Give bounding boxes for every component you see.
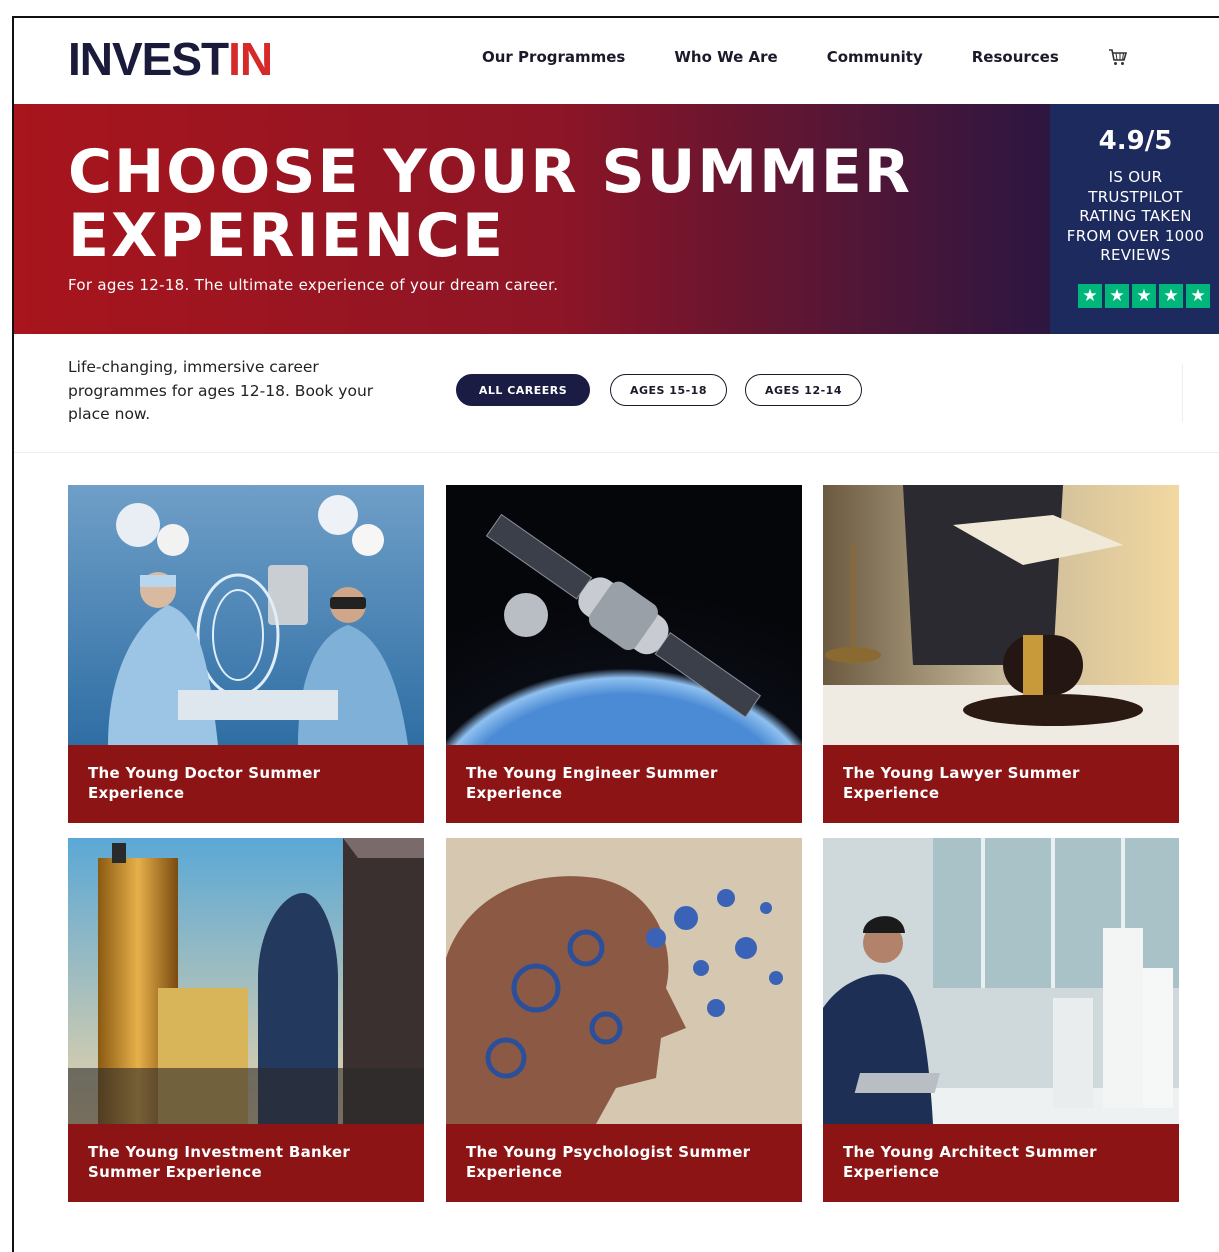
hero-subtitle: For ages 12-18. The ultimate experience … — [68, 276, 559, 294]
nav-who-we-are[interactable]: Who We Are — [674, 48, 777, 66]
logo-part-invest: INVEST — [68, 33, 229, 85]
card-image-engineer — [446, 485, 802, 745]
investin-logo[interactable]: INVESTIN — [68, 33, 273, 85]
card-title-investment-banker: The Young Investment Banker Summer Exper… — [68, 1124, 424, 1202]
star-icon: ★ — [1078, 284, 1102, 308]
card-image-doctor — [68, 485, 424, 745]
programme-card-lawyer[interactable]: The Young Lawyer Summer Experience — [823, 485, 1179, 823]
card-title-psychologist: The Young Psychologist Summer Experience — [446, 1124, 802, 1202]
card-title-engineer: The Young Engineer Summer Experience — [446, 745, 802, 823]
programme-card-doctor[interactable]: The Young Doctor Summer Experience — [68, 485, 424, 823]
site-header: INVESTIN Our Programmes Who We Are Commu… — [14, 18, 1219, 104]
filter-description: Life-changing, immersive career programm… — [68, 358, 374, 423]
card-image-architect — [823, 838, 1179, 1124]
page-frame: INVESTIN Our Programmes Who We Are Commu… — [12, 16, 1219, 1252]
nav-community[interactable]: Community — [827, 48, 923, 66]
card-title-architect: The Young Architect Summer Experience — [823, 1124, 1179, 1202]
filter-ages-12-14[interactable]: AGES 12-14 — [745, 374, 862, 406]
hero-title: CHOOSE YOUR SUMMER EXPERIENCE — [68, 137, 913, 271]
programme-card-psychologist[interactable]: The Young Psychologist Summer Experience — [446, 838, 802, 1202]
nav-resources[interactable]: Resources — [972, 48, 1059, 66]
trustpilot-rating[interactable]: 4.9/5 IS OUR TRUSTPILOT RATING TAKEN FRO… — [1050, 104, 1219, 334]
logo-part-in: IN — [228, 33, 273, 85]
filter-bar: Life-changing, immersive career programm… — [14, 334, 1219, 453]
main-nav: Our Programmes Who We Are Community Reso… — [482, 48, 1128, 66]
card-image-psychologist — [446, 838, 802, 1124]
programme-card-investment-banker[interactable]: The Young Investment Banker Summer Exper… — [68, 838, 424, 1202]
nav-our-programmes[interactable]: Our Programmes — [482, 48, 625, 66]
divider — [1182, 364, 1183, 422]
filter-all-careers[interactable]: ALL CAREERS — [456, 374, 590, 406]
programme-card-engineer[interactable]: The Young Engineer Summer Experience — [446, 485, 802, 823]
rating-score: 4.9/5 — [1098, 126, 1173, 156]
card-image-investment-banker — [68, 838, 424, 1124]
rating-text: IS OUR TRUSTPILOT RATING TAKEN FROM OVER… — [1066, 168, 1205, 264]
rating-stars: ★ ★ ★ ★ ★ — [1078, 284, 1213, 308]
card-title-doctor: The Young Doctor Summer Experience — [68, 745, 424, 823]
cart-icon[interactable] — [1108, 48, 1128, 66]
star-icon: ★ — [1186, 284, 1210, 308]
programme-card-architect[interactable]: The Young Architect Summer Experience — [823, 838, 1179, 1202]
filter-ages-15-18[interactable]: AGES 15-18 — [610, 374, 727, 406]
star-icon: ★ — [1132, 284, 1156, 308]
hero-banner: CHOOSE YOUR SUMMER EXPERIENCE For ages 1… — [14, 104, 1219, 334]
card-title-lawyer: The Young Lawyer Summer Experience — [823, 745, 1179, 823]
star-icon: ★ — [1159, 284, 1183, 308]
star-icon: ★ — [1105, 284, 1129, 308]
card-image-lawyer — [823, 485, 1179, 745]
